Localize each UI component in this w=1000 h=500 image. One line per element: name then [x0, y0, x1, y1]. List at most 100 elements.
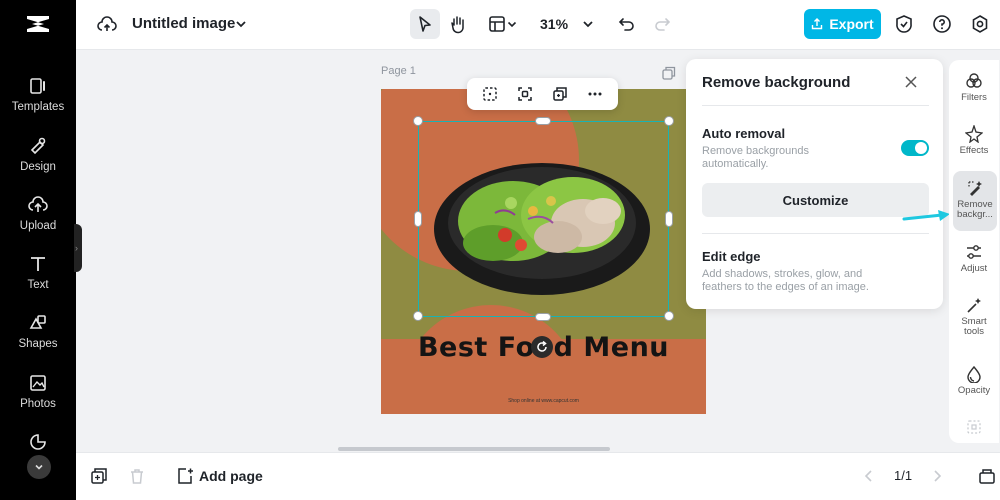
floating-toolbar — [467, 78, 618, 110]
resize-handle-bottom-right[interactable] — [664, 311, 674, 321]
document-title[interactable]: Untitled image — [132, 15, 235, 32]
opacity-icon — [967, 365, 981, 383]
duplicate-page-icon[interactable] — [662, 66, 676, 80]
shapes-icon — [29, 315, 46, 329]
sidebar-item-shapes[interactable]: Shapes — [0, 313, 76, 365]
selection-box[interactable] — [418, 121, 669, 317]
tool-label: Adjust — [960, 263, 988, 274]
tool-label: Filters — [961, 92, 987, 103]
redo-icon — [655, 18, 671, 31]
text-icon — [31, 257, 45, 271]
hand-icon — [451, 16, 464, 34]
title-dropdown-button[interactable] — [232, 15, 250, 33]
left-sidebar: Templates Design Upload Text Shapes Phot… — [0, 0, 76, 500]
export-icon — [812, 18, 823, 30]
artboard-footer-text[interactable]: Shop online at www.capcut.com — [381, 398, 706, 404]
chevron-down-icon — [507, 21, 517, 28]
right-tool-panel: Filters Effects Remove backgr... Adjust S… — [949, 60, 999, 443]
description-line: Add shadows, strokes, glow, and — [702, 268, 863, 280]
edit-edge-description: Add shadows, strokes, glow, and feathers… — [702, 268, 869, 294]
cloud-save-button[interactable] — [96, 14, 118, 36]
zoom-level[interactable]: 31% — [540, 16, 568, 32]
sidebar-item-label: Upload — [19, 220, 57, 232]
close-icon[interactable] — [902, 73, 920, 91]
settings-button[interactable] — [970, 14, 990, 34]
sidebar-item-upload[interactable]: Upload — [0, 195, 76, 247]
more-options-icon[interactable] — [586, 85, 604, 103]
bottom-bar: Add page 1/1 — [76, 452, 1000, 500]
security-button[interactable] — [894, 14, 914, 34]
design-icon — [30, 137, 46, 155]
undo-button[interactable] — [617, 14, 637, 34]
tool-smart-tools[interactable]: Smart tools — [949, 296, 999, 337]
zoom-dropdown-button[interactable] — [579, 15, 597, 33]
export-button[interactable]: Export — [804, 9, 881, 39]
capcut-logo-icon[interactable] — [24, 12, 52, 36]
duplicate-icon[interactable] — [551, 85, 569, 103]
sidebar-item-label: Shapes — [18, 338, 58, 350]
resize-handle-bottom[interactable] — [535, 313, 551, 321]
rotate-handle[interactable] — [531, 336, 553, 358]
adjust-icon — [967, 245, 981, 259]
layers-icon[interactable] — [978, 467, 996, 485]
effects-icon — [965, 125, 983, 143]
resize-handle-right[interactable] — [665, 211, 673, 227]
tool-label-line: backgr... — [957, 209, 993, 220]
duplicate-page-icon[interactable] — [90, 467, 108, 485]
tool-remove-background[interactable]: Remove backgr... — [953, 171, 997, 231]
photos-icon — [30, 375, 46, 391]
smart-cutout-icon[interactable] — [516, 85, 534, 103]
sidebar-item-label: Photos — [20, 398, 56, 410]
resize-handle-top[interactable] — [535, 117, 551, 125]
toggle-knob — [915, 142, 927, 154]
description-line: automatically. — [702, 158, 769, 170]
sidebar-item-design[interactable]: Design — [0, 136, 76, 188]
resize-handle-top-left[interactable] — [413, 116, 423, 126]
undo-icon — [618, 18, 634, 31]
templates-icon — [30, 78, 45, 94]
chevron-down-icon — [236, 21, 246, 28]
resize-handle-bottom-left[interactable] — [413, 311, 423, 321]
remove-background-icon — [968, 181, 982, 196]
horizontal-scrollbar[interactable] — [338, 447, 610, 451]
tool-adjust[interactable]: Adjust — [949, 243, 999, 274]
chevron-left-icon[interactable] — [862, 469, 876, 483]
sidebar-item-label: Text — [27, 279, 49, 291]
trash-icon[interactable] — [128, 467, 146, 485]
auto-removal-toggle[interactable] — [901, 140, 929, 156]
sidebar-item-label: Templates — [11, 101, 65, 113]
tool-opacity[interactable]: Opacity — [949, 365, 999, 396]
description-line: Remove backgrounds — [702, 145, 810, 157]
divider — [702, 105, 929, 106]
edit-edge-label[interactable]: Edit edge — [702, 249, 761, 264]
collapse-sidebar-handle[interactable]: › — [74, 224, 82, 272]
layout-icon — [489, 16, 505, 32]
pie-icon — [30, 434, 46, 450]
hand-tool-button[interactable] — [448, 14, 468, 34]
expand-more-button[interactable] — [27, 455, 51, 479]
tool-label: Smart tools — [950, 317, 998, 337]
shield-icon — [896, 15, 912, 33]
panel-title: Remove background — [702, 74, 851, 91]
tool-filters[interactable]: Filters — [949, 72, 999, 103]
customize-button[interactable]: Customize — [702, 183, 929, 217]
remove-background-panel: Remove background Auto removal Remove ba… — [686, 59, 943, 309]
add-page-button[interactable]: Add page — [199, 468, 263, 484]
tool-label-line: tools — [963, 326, 985, 337]
chevron-right-icon[interactable] — [930, 469, 944, 483]
sidebar-item-photos[interactable]: Photos — [0, 373, 76, 425]
resize-handle-left[interactable] — [414, 211, 422, 227]
layout-dropdown-button[interactable] — [485, 14, 521, 34]
crop-select-icon[interactable] — [481, 85, 499, 103]
tool-label: Opacity — [957, 385, 991, 396]
redo-button[interactable] — [652, 14, 672, 34]
resize-handle-top-right[interactable] — [664, 116, 674, 126]
rotate-icon — [537, 340, 547, 352]
tool-effects[interactable]: Effects — [949, 125, 999, 156]
add-page-icon — [178, 468, 193, 484]
pointer-icon — [415, 14, 435, 34]
help-button[interactable] — [932, 14, 952, 34]
sidebar-item-templates[interactable]: Templates — [0, 76, 76, 128]
sidebar-item-text[interactable]: Text — [0, 254, 76, 306]
tool-more[interactable] — [949, 418, 999, 436]
